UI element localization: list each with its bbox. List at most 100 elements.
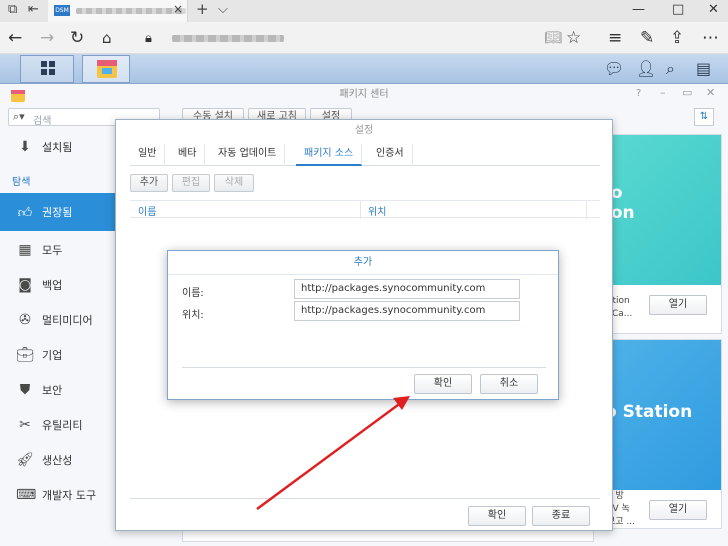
sidebar-item-multimedia[interactable]: ✇ 멀티미디어	[0, 303, 118, 337]
delete-source-button[interactable]: 삭제	[214, 174, 254, 192]
tab-package-sources[interactable]: 패키지 소스	[296, 144, 363, 166]
add-dialog-divider	[182, 367, 546, 368]
lock-icon: 🔒︎	[145, 31, 152, 46]
dsm-favicon-icon: DSM	[54, 5, 70, 16]
sidebar-item-label: 개발자 도구	[42, 489, 97, 502]
package-center-icon	[97, 60, 117, 78]
forward-icon[interactable]: →	[40, 28, 54, 48]
sidebar-item-label: 멀티미디어	[42, 314, 93, 327]
new-tab-icon[interactable]: +	[196, 0, 209, 18]
tab-general[interactable]: 일반	[130, 144, 166, 166]
settings-tabs: 일반 베타 자동 업데이트 패키지 소스 인증서	[130, 144, 600, 166]
settings-ok-button[interactable]: 확인	[468, 506, 526, 526]
dsm-taskbar: 💬︎ 👤︎ ⌕ ▤	[0, 54, 728, 84]
user-icon[interactable]: 👤︎	[636, 59, 656, 78]
sidebar-item-installed[interactable]: ⬇ 설치됨	[0, 130, 118, 164]
tab-preview-icon[interactable]: ⧉	[8, 2, 17, 17]
hub-icon[interactable]: ≡	[608, 28, 622, 48]
web-note-icon[interactable]: ✎	[640, 28, 654, 48]
minimize-window-icon[interactable]: –	[660, 86, 666, 99]
browser-tab[interactable]: DSM ×	[48, 0, 188, 22]
package-banner: o Station	[599, 340, 721, 490]
name-field[interactable]: http://packages.synocommunity.com	[294, 279, 520, 299]
settings-title: 설정	[354, 125, 374, 136]
column-divider	[586, 201, 587, 219]
refresh-icon[interactable]: ↻	[70, 28, 84, 48]
sidebar-item-label: 기업	[42, 349, 63, 362]
search-placeholder: 검색	[33, 116, 52, 127]
reading-view-icon[interactable]: 📖︎	[544, 30, 562, 46]
sidebar-item-label: 보안	[42, 384, 63, 397]
shield-icon: ⛊	[19, 382, 31, 398]
tab-close-icon[interactable]: ×	[173, 2, 183, 16]
sidebar-item-label: 설치됨	[42, 141, 73, 154]
sidebar-item-developer-tools[interactable]: ⌨ 개발자 도구	[0, 478, 118, 512]
package-card[interactable]: io ion ation TCa... 열기	[598, 134, 722, 334]
column-header-name[interactable]: 이름	[138, 203, 156, 218]
maximize-window-icon[interactable]: ▭	[682, 86, 692, 99]
tab-auto-update[interactable]: 자동 업데이트	[210, 144, 286, 166]
add-dialog-title: 추가	[168, 251, 558, 275]
browser-address-bar: ← → ↻ ⌂ 🔒︎ 📖︎ ☆ ≡ ✎ ⇪ ⋯	[0, 22, 728, 54]
sidebar-item-productivity[interactable]: 🚀︎ 생산성	[0, 443, 118, 477]
add-source-button[interactable]: 추가	[130, 174, 168, 192]
chat-icon[interactable]: 💬︎	[604, 59, 624, 78]
search-dropdown-icon[interactable]: ⌕▾	[13, 110, 25, 124]
package-card[interactable]: o Station E 방 TV 녹 보고 ... 열기	[598, 339, 722, 529]
tab-beta[interactable]: 베타	[170, 144, 206, 166]
location-field[interactable]: http://packages.synocommunity.com	[294, 301, 520, 321]
add-ok-button[interactable]: 확인	[414, 374, 472, 394]
download-icon: ⬇	[19, 139, 31, 155]
close-window-icon[interactable]: ✕	[706, 86, 715, 99]
sidebar-item-backup[interactable]: ◙ 백업	[0, 268, 118, 302]
main-menu-button[interactable]	[20, 55, 74, 83]
url-field-redacted[interactable]	[172, 35, 284, 42]
package-title: o Station	[605, 402, 693, 422]
terminal-icon: ⌨	[16, 487, 37, 503]
location-label: 위치:	[182, 310, 204, 321]
sidebar-item-label: 권장됨	[42, 206, 73, 219]
sidebar-item-label: 유틸리티	[42, 419, 83, 432]
package-center-task-button[interactable]	[82, 55, 130, 83]
sidebar-item-security[interactable]: ⛊ 보안	[0, 373, 118, 407]
add-cancel-button[interactable]: 취소	[480, 374, 538, 394]
open-button[interactable]: 열기	[649, 500, 707, 520]
widgets-icon[interactable]: ▤	[696, 59, 711, 78]
more-icon[interactable]: ⋯	[702, 28, 719, 48]
share-icon[interactable]: ⇪	[670, 28, 684, 48]
sidebar-item-all[interactable]: ▦ 모두	[0, 233, 118, 267]
help-icon[interactable]: ?	[636, 88, 641, 99]
apps-grid-icon: ▦	[18, 242, 32, 258]
window-minimize-icon[interactable]: —	[632, 2, 645, 17]
tab-certificate[interactable]: 인증서	[368, 144, 413, 166]
sidebar: ⬇ 설치됨 탐색 👍︎ 권장됨 ▦ 모두 ◙ 백업 ✇ 멀티미디어 💼︎ 기업 …	[0, 128, 118, 546]
name-label: 이름:	[182, 288, 204, 299]
settings-footer-divider	[130, 498, 600, 499]
window-maximize-icon[interactable]: □	[672, 2, 684, 17]
tools-icon: ✂	[19, 417, 31, 433]
sidebar-item-recommended[interactable]: 👍︎ 권장됨	[0, 193, 118, 231]
backup-icon: ◙	[18, 277, 32, 293]
favorite-star-icon[interactable]: ☆	[566, 28, 581, 48]
sidebar-item-utilities[interactable]: ✂ 유틸리티	[0, 408, 118, 442]
package-banner: io ion	[599, 135, 721, 285]
sidebar-item-label: 생산성	[42, 454, 73, 467]
sidebar-section-explore: 탐색	[12, 177, 31, 188]
column-header-location[interactable]: 위치	[368, 203, 386, 218]
home-icon[interactable]: ⌂	[102, 29, 112, 47]
tab-aside-icon[interactable]: ⇤	[28, 2, 39, 17]
sources-table-header: 이름 위치	[130, 200, 600, 219]
sidebar-item-label: 백업	[42, 279, 63, 292]
sidebar-item-business[interactable]: 💼︎ 기업	[0, 338, 118, 372]
rocket-icon: 🚀︎	[16, 452, 34, 468]
sort-icon[interactable]: ⇅	[694, 108, 714, 126]
back-icon[interactable]: ←	[8, 28, 22, 48]
window-close-icon[interactable]: ✕	[708, 2, 719, 17]
column-divider	[360, 201, 361, 219]
search-icon[interactable]: ⌕	[666, 59, 675, 79]
edit-source-button[interactable]: 편집	[172, 174, 210, 192]
settings-close-button[interactable]: 종료	[532, 506, 590, 526]
briefcase-icon: 💼︎	[16, 347, 34, 363]
open-button[interactable]: 열기	[649, 295, 707, 315]
tab-list-chevron-icon[interactable]: ⌵	[218, 2, 228, 17]
